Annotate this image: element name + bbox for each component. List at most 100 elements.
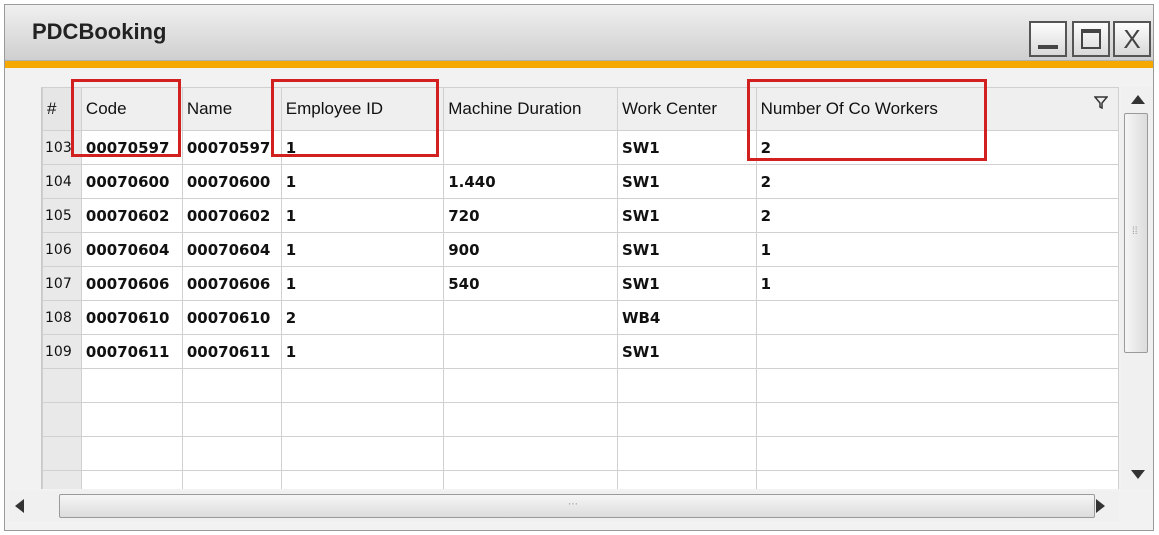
cell-work-center[interactable]: SW1 xyxy=(616,334,757,369)
empty-cell[interactable] xyxy=(42,470,82,489)
scroll-left-arrow-icon[interactable] xyxy=(15,499,24,513)
column-header-co-workers[interactable]: Number Of Co Workers xyxy=(755,87,1119,131)
cell-employee-id[interactable]: 1 xyxy=(280,232,445,267)
empty-cell[interactable] xyxy=(181,368,282,403)
filter-icon[interactable] xyxy=(1094,95,1108,109)
empty-cell[interactable] xyxy=(80,368,183,403)
empty-row[interactable] xyxy=(42,470,1119,489)
cell-co-workers[interactable]: 2 xyxy=(755,198,1119,233)
empty-cell[interactable] xyxy=(42,436,82,471)
column-header-num[interactable]: # xyxy=(42,87,82,131)
empty-cell[interactable] xyxy=(443,470,618,489)
horizontal-scrollbar[interactable]: ⋯ xyxy=(9,491,1119,521)
empty-cell[interactable] xyxy=(181,436,282,471)
cell-work-center[interactable]: SW1 xyxy=(616,232,757,267)
maximize-button[interactable] xyxy=(1072,21,1110,57)
horizontal-scroll-thumb[interactable]: ⋯ xyxy=(59,494,1095,518)
cell-co-workers[interactable] xyxy=(755,300,1119,335)
cell-machine-duration[interactable]: 720 xyxy=(443,198,618,233)
empty-cell[interactable] xyxy=(280,402,445,437)
cell-machine-duration[interactable] xyxy=(443,334,618,369)
empty-cell[interactable] xyxy=(80,436,183,471)
empty-cell[interactable] xyxy=(616,470,757,489)
cell-co-workers[interactable]: 2 xyxy=(755,164,1119,199)
empty-cell[interactable] xyxy=(80,470,183,489)
empty-row[interactable] xyxy=(42,402,1119,437)
cell-co-workers[interactable]: 1 xyxy=(755,232,1119,267)
cell-co-workers[interactable]: 1 xyxy=(755,266,1119,301)
scroll-up-arrow-icon[interactable] xyxy=(1131,95,1145,104)
table-row[interactable]: 103 00070597 00070597 1 SW1 2 xyxy=(42,130,1119,165)
empty-cell[interactable] xyxy=(616,368,757,403)
empty-cell[interactable] xyxy=(755,368,1119,403)
cell-name[interactable]: 00070597 xyxy=(181,130,282,165)
empty-cell[interactable] xyxy=(181,470,282,489)
empty-cell[interactable] xyxy=(280,470,445,489)
table-row[interactable]: 109 00070611 00070611 1 SW1 xyxy=(42,334,1119,369)
empty-cell[interactable] xyxy=(443,368,618,403)
cell-code[interactable]: 00070597 xyxy=(80,130,183,165)
cell-employee-id[interactable]: 1 xyxy=(280,130,445,165)
cell-name[interactable]: 00070611 xyxy=(181,334,282,369)
empty-cell[interactable] xyxy=(755,470,1119,489)
column-header-work-center[interactable]: Work Center xyxy=(616,87,757,131)
close-button[interactable]: X xyxy=(1113,21,1151,57)
cell-employee-id[interactable]: 1 xyxy=(280,266,445,301)
cell-employee-id[interactable]: 1 xyxy=(280,334,445,369)
empty-cell[interactable] xyxy=(616,436,757,471)
title-bar[interactable]: PDCBooking X xyxy=(5,5,1153,61)
cell-code[interactable]: 00070610 xyxy=(80,300,183,335)
vertical-scroll-thumb[interactable]: ⁞⁞ xyxy=(1124,113,1148,353)
cell-machine-duration[interactable]: 1.440 xyxy=(443,164,618,199)
cell-code[interactable]: 00070604 xyxy=(80,232,183,267)
empty-cell[interactable] xyxy=(42,402,82,437)
cell-work-center[interactable]: SW1 xyxy=(616,164,757,199)
cell-code[interactable]: 00070606 xyxy=(80,266,183,301)
table-row[interactable]: 105 00070602 00070602 1 720 SW1 2 xyxy=(42,198,1119,233)
empty-cell[interactable] xyxy=(443,436,618,471)
cell-name[interactable]: 00070602 xyxy=(181,198,282,233)
empty-cell[interactable] xyxy=(280,368,445,403)
empty-cell[interactable] xyxy=(80,402,183,437)
empty-row[interactable] xyxy=(42,436,1119,471)
column-header-employee-id[interactable]: Employee ID xyxy=(280,87,445,131)
empty-cell[interactable] xyxy=(42,368,82,403)
cell-work-center[interactable]: SW1 xyxy=(616,266,757,301)
column-header-machine-duration[interactable]: Machine Duration xyxy=(443,87,618,131)
cell-machine-duration[interactable] xyxy=(443,130,618,165)
cell-work-center[interactable]: SW1 xyxy=(616,198,757,233)
table-row[interactable]: 107 00070606 00070606 1 540 SW1 1 xyxy=(42,266,1119,301)
empty-cell[interactable] xyxy=(280,436,445,471)
cell-name[interactable]: 00070606 xyxy=(181,266,282,301)
cell-employee-id[interactable]: 2 xyxy=(280,300,445,335)
cell-employee-id[interactable]: 1 xyxy=(280,164,445,199)
cell-co-workers[interactable]: 2 xyxy=(755,130,1119,165)
column-header-code[interactable]: Code xyxy=(80,87,183,131)
table-row[interactable]: 108 00070610 00070610 2 WB4 xyxy=(42,300,1119,335)
empty-cell[interactable] xyxy=(755,402,1119,437)
cell-name[interactable]: 00070604 xyxy=(181,232,282,267)
cell-machine-duration[interactable] xyxy=(443,300,618,335)
empty-cell[interactable] xyxy=(443,402,618,437)
cell-code[interactable]: 00070600 xyxy=(80,164,183,199)
cell-co-workers[interactable] xyxy=(755,334,1119,369)
empty-cell[interactable] xyxy=(181,402,282,437)
cell-name[interactable]: 00070610 xyxy=(181,300,282,335)
vertical-scrollbar[interactable]: ⁞⁞ xyxy=(1121,87,1153,489)
cell-code[interactable]: 00070611 xyxy=(80,334,183,369)
cell-machine-duration[interactable]: 900 xyxy=(443,232,618,267)
cell-name[interactable]: 00070600 xyxy=(181,164,282,199)
scroll-right-arrow-icon[interactable] xyxy=(1096,499,1105,513)
scroll-down-arrow-icon[interactable] xyxy=(1131,470,1145,479)
empty-row[interactable] xyxy=(42,368,1119,403)
minimize-button[interactable] xyxy=(1029,21,1067,57)
empty-cell[interactable] xyxy=(616,402,757,437)
cell-work-center[interactable]: WB4 xyxy=(616,300,757,335)
cell-machine-duration[interactable]: 540 xyxy=(443,266,618,301)
cell-code[interactable]: 00070602 xyxy=(80,198,183,233)
table-row[interactable]: 104 00070600 00070600 1 1.440 SW1 2 xyxy=(42,164,1119,199)
table-row[interactable]: 106 00070604 00070604 1 900 SW1 1 xyxy=(42,232,1119,267)
column-header-name[interactable]: Name xyxy=(181,87,282,131)
cell-employee-id[interactable]: 1 xyxy=(280,198,445,233)
cell-work-center[interactable]: SW1 xyxy=(616,130,757,165)
